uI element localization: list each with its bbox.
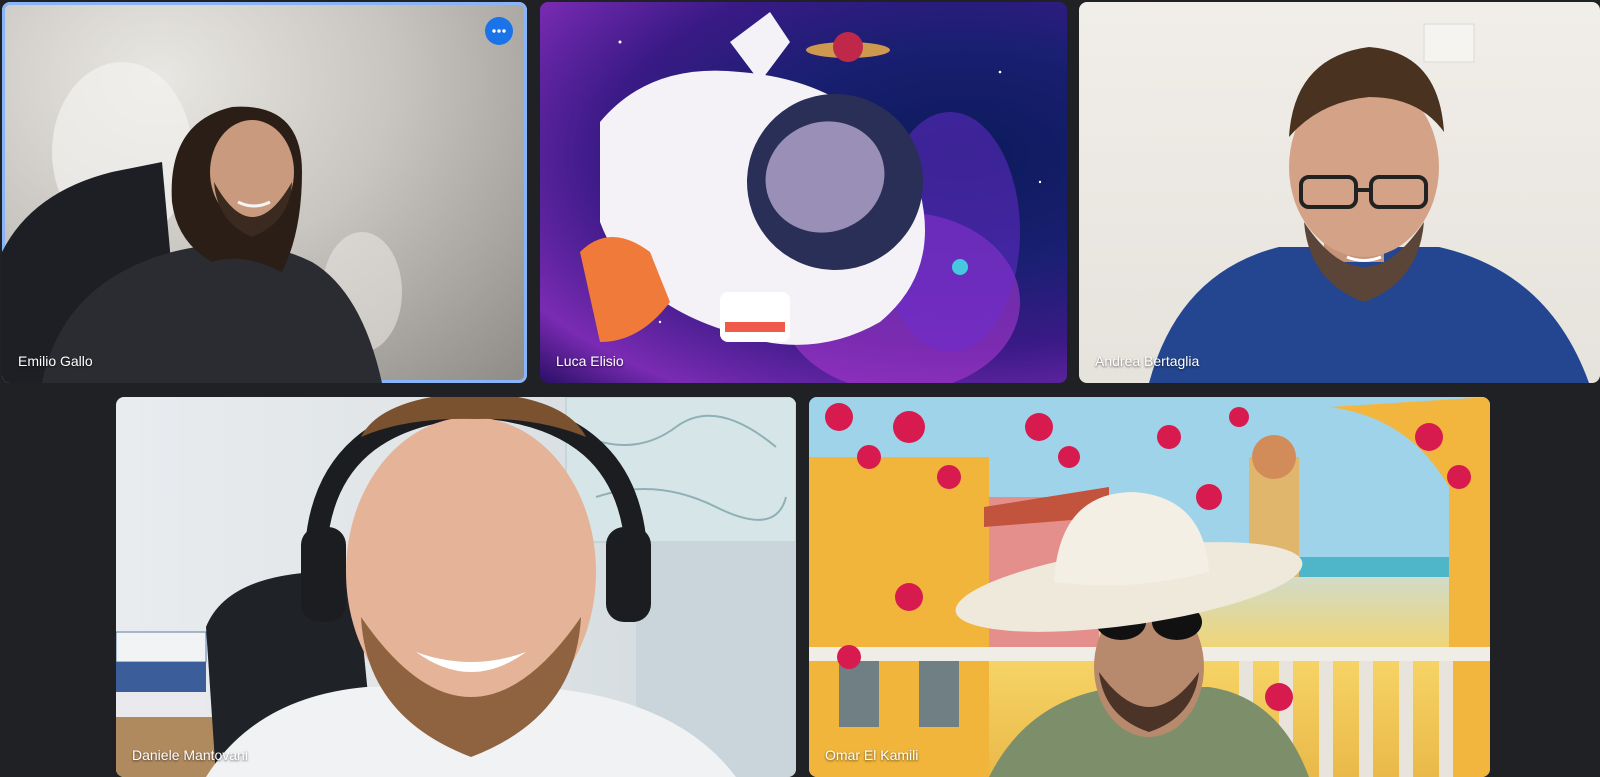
- video-grid: Emilio Gallo Luca Elisio Andrea Bertagli…: [0, 0, 1600, 777]
- participant-video: [116, 397, 796, 777]
- participant-video: [2, 62, 402, 383]
- participant-tile-andrea-bertaglia[interactable]: Andrea Bertaglia: [1079, 2, 1600, 383]
- participant-name: Omar El Kamili: [825, 747, 919, 763]
- participant-video: [1149, 23, 1589, 383]
- participant-video: [580, 12, 1042, 383]
- participant-name: Emilio Gallo: [18, 353, 93, 369]
- more-vert-icon: [492, 29, 506, 33]
- participant-tile-daniele-mantovani[interactable]: Daniele Mantovani: [116, 397, 796, 777]
- participant-tile-luca-elisio[interactable]: Luca Elisio: [540, 2, 1067, 383]
- more-options-button[interactable]: [485, 17, 513, 45]
- participant-name: Luca Elisio: [556, 353, 624, 369]
- participant-name: Andrea Bertaglia: [1095, 353, 1200, 369]
- participant-video: [809, 397, 1490, 777]
- participant-tile-omar-el-kamili[interactable]: Omar El Kamili: [809, 397, 1490, 777]
- participant-tile-emilio-gallo[interactable]: Emilio Gallo: [2, 2, 527, 383]
- participant-name: Daniele Mantovani: [132, 747, 248, 763]
